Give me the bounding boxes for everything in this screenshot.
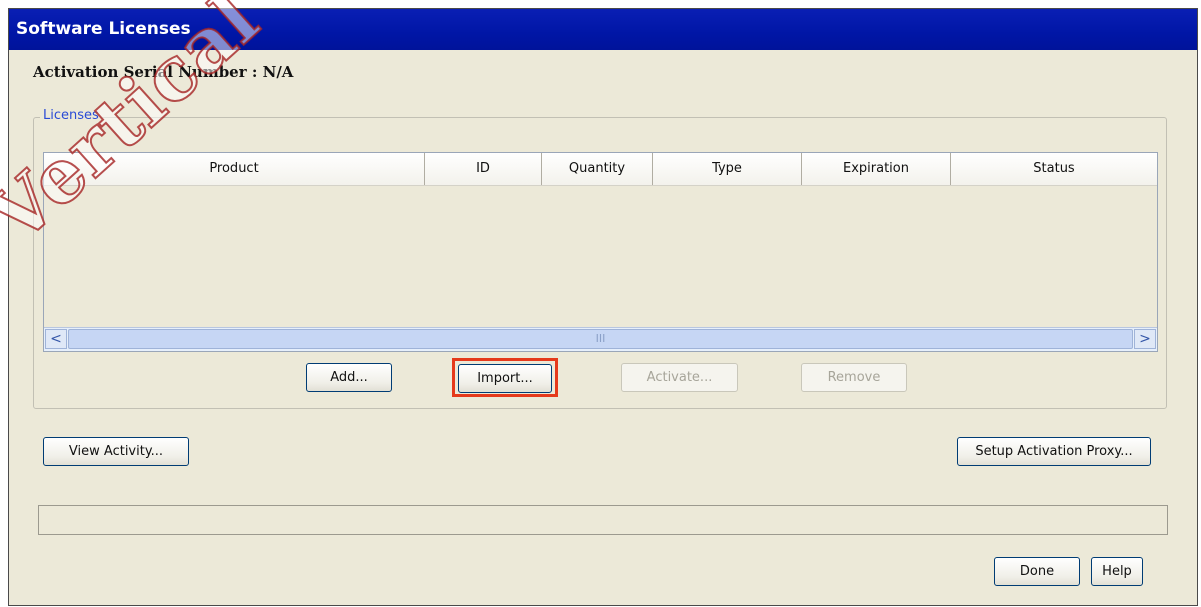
scroll-left-arrow-icon[interactable]: < — [45, 329, 67, 349]
import-highlight-box — [452, 358, 558, 397]
help-button[interactable]: Help — [1091, 557, 1143, 586]
scrollbar-thumb[interactable]: III — [68, 329, 1133, 349]
status-bar — [38, 505, 1168, 535]
licenses-table[interactable]: Product ID Quantity Type Expiration Stat… — [43, 152, 1158, 352]
scrollbar-grip-icon: III — [595, 332, 606, 345]
view-activity-button[interactable]: View Activity... — [43, 437, 189, 466]
setup-activation-proxy-button[interactable]: Setup Activation Proxy... — [957, 437, 1151, 466]
scroll-right-arrow-icon[interactable]: > — [1134, 329, 1156, 349]
table-body[interactable] — [44, 186, 1157, 326]
activation-serial-number: Activation Serial Number : N/A — [33, 63, 294, 81]
column-header-product[interactable]: Product — [44, 153, 425, 185]
horizontal-scrollbar[interactable]: < III > — [44, 327, 1157, 351]
column-header-status[interactable]: Status — [951, 153, 1157, 185]
column-header-expiration[interactable]: Expiration — [802, 153, 951, 185]
table-header: Product ID Quantity Type Expiration Stat… — [44, 153, 1157, 186]
done-button[interactable]: Done — [994, 557, 1080, 586]
column-header-type[interactable]: Type — [653, 153, 802, 185]
title-bar: Software Licenses — [9, 9, 1197, 50]
column-header-quantity[interactable]: Quantity — [542, 153, 653, 185]
activate-button[interactable]: Activate... — [621, 363, 738, 392]
column-header-id[interactable]: ID — [425, 153, 542, 185]
add-button[interactable]: Add... — [306, 363, 392, 392]
licenses-group-label: Licenses — [40, 108, 102, 123]
remove-button[interactable]: Remove — [801, 363, 907, 392]
